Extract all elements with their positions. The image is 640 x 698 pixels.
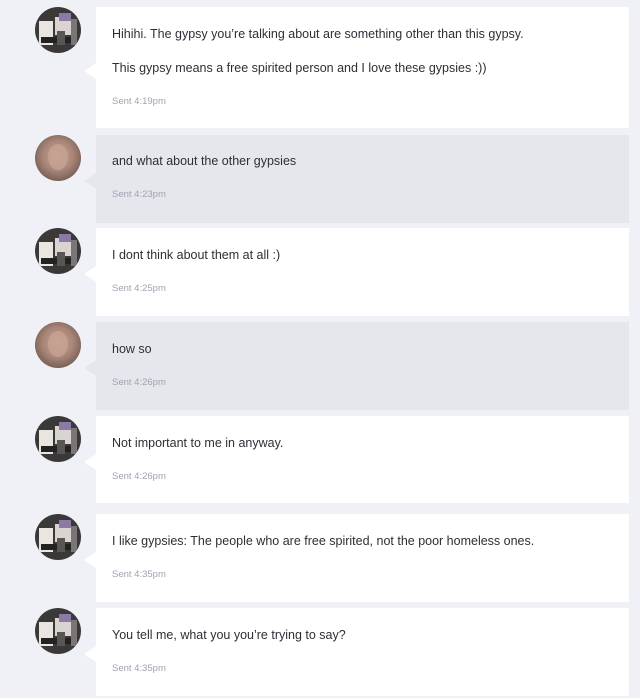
avatar[interactable] [35,416,81,462]
blurred-user-photo-icon [35,322,81,368]
message: I dont think about them at all :) Sent 4… [0,223,640,316]
message-thread: Hihihi. The gypsy you’re talking about a… [0,0,640,698]
avatar[interactable] [35,135,81,181]
avatar[interactable] [35,608,81,654]
user-photo-icon [35,608,81,654]
user-photo-icon [35,514,81,560]
message-text: Hihihi. The gypsy you’re talking about a… [112,27,524,41]
sent-timestamp: Sent 4:25pm [112,283,166,294]
message-bubble: I dont think about them at all :) Sent 4… [84,228,629,316]
message-bubble: I like gypsies: The people who are free … [84,514,629,602]
sent-timestamp: Sent 4:35pm [112,569,166,580]
user-photo-icon [35,228,81,274]
bubble-tail [84,552,96,568]
bubble-tail [84,454,96,470]
sent-timestamp: Sent 4:26pm [112,471,166,482]
bubble-tail [84,646,96,662]
avatar[interactable] [35,322,81,368]
bubble-tail [84,360,96,376]
message-bubble: how so Sent 4:26pm [84,322,629,410]
user-photo-icon [35,7,81,53]
message-bubble: Hihihi. The gypsy you’re talking about a… [84,7,629,128]
avatar[interactable] [35,514,81,560]
sent-timestamp: Sent 4:19pm [112,96,166,107]
message-text: and what about the other gypsies [112,154,297,168]
user-photo-icon [35,416,81,462]
message-text: Not important to me in anyway. [112,436,284,450]
message-text: You tell me, what you you’re trying to s… [112,628,346,642]
message: I like gypsies: The people who are free … [0,503,640,602]
bubble-tail [84,266,96,282]
sent-timestamp: Sent 4:23pm [112,189,166,200]
avatar[interactable] [35,7,81,53]
sent-timestamp: Sent 4:35pm [112,663,166,674]
message-bubble: You tell me, what you you’re trying to s… [84,608,629,696]
sent-timestamp: Sent 4:26pm [112,377,166,388]
message-text: I dont think about them at all :) [112,248,281,262]
message: how so Sent 4:26pm [0,316,640,410]
message-text: This gypsy means a free spirited person … [112,61,487,75]
bubble-tail [84,63,96,79]
message: Not important to me in anyway. Sent 4:26… [0,410,640,503]
message-bubble: Not important to me in anyway. Sent 4:26… [84,416,629,503]
message-bubble: and what about the other gypsies Sent 4:… [84,135,629,223]
message: You tell me, what you you’re trying to s… [0,602,640,698]
avatar[interactable] [35,228,81,274]
blurred-user-photo-icon [35,135,81,181]
message-text: I like gypsies: The people who are free … [112,534,535,548]
message: and what about the other gypsies Sent 4:… [0,130,640,223]
bubble-tail [84,173,96,189]
message: Hihihi. The gypsy you’re talking about a… [0,0,640,130]
message-text: how so [112,342,152,356]
